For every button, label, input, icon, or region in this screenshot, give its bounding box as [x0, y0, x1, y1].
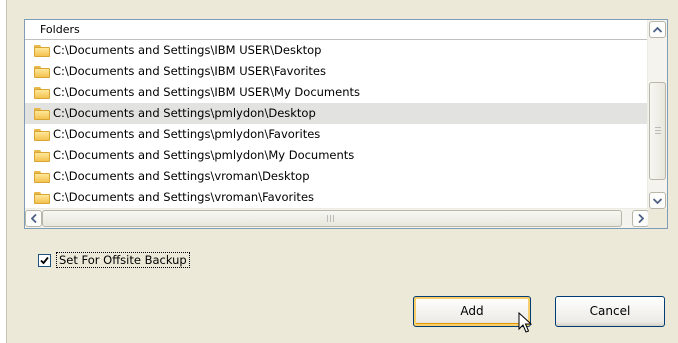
folder-path: C:\Documents and Settings\vroman\Desktop — [53, 169, 310, 183]
folder-path: C:\Documents and Settings\IBM USER\My Do… — [53, 85, 360, 99]
folder-path: C:\Documents and Settings\pmlydon\My Doc… — [53, 148, 355, 162]
folder-row[interactable]: C:\Documents and Settings\IBM USER\Deskt… — [25, 40, 649, 61]
folder-icon — [34, 107, 50, 120]
folder-row[interactable]: C:\Documents and Settings\pmlydon\Deskto… — [25, 103, 649, 124]
folder-path: C:\Documents and Settings\IBM USER\Favor… — [53, 64, 326, 78]
folder-path: C:\Documents and Settings\IBM USER\Deskt… — [53, 43, 322, 57]
folder-row[interactable]: C:\Documents and Settings\IBM USER\Favor… — [25, 61, 649, 82]
folder-path: C:\Documents and Settings\vroman\Favorit… — [53, 190, 315, 204]
folder-icon — [34, 86, 50, 99]
offsite-backup-option[interactable]: Set For Offsite Backup — [38, 252, 190, 268]
folder-row[interactable]: C:\Documents and Settings\IBM USER\My Do… — [25, 82, 649, 103]
folder-icon — [34, 149, 50, 162]
window-left-edge — [0, 0, 7, 343]
scrollbar-corner — [648, 209, 667, 228]
scroll-up-arrow-icon[interactable] — [649, 21, 666, 38]
folder-icon — [34, 170, 50, 183]
mouse-pointer-icon — [518, 312, 532, 333]
vertical-scrollbar[interactable] — [647, 20, 667, 210]
horizontal-scrollbar[interactable] — [25, 208, 649, 228]
folder-row[interactable]: C:\Documents and Settings\pmlydon\My Doc… — [25, 145, 649, 166]
folder-path: C:\Documents and Settings\pmlydon\Deskto… — [53, 106, 316, 120]
folder-row[interactable]: C:\Documents and Settings\pmlydon\Favori… — [25, 124, 649, 145]
folder-path: C:\Documents and Settings\pmlydon\Favori… — [53, 127, 321, 141]
folder-icon — [34, 44, 50, 57]
vertical-scroll-thumb[interactable] — [649, 82, 666, 180]
scroll-down-arrow-icon[interactable] — [649, 192, 666, 209]
add-button[interactable]: Add — [413, 296, 531, 327]
scroll-left-arrow-icon[interactable] — [25, 210, 42, 227]
folder-row[interactable]: C:\Documents and Settings\vroman\Favorit… — [25, 187, 649, 208]
cancel-button[interactable]: Cancel — [555, 296, 665, 327]
folder-icon — [34, 65, 50, 78]
folder-row[interactable]: C:\Documents and Settings\vroman\Desktop — [25, 166, 649, 187]
offsite-backup-checkbox[interactable] — [38, 253, 51, 267]
folders-list-viewport: Folders C:\Documents and Settings\IBM US… — [25, 20, 649, 210]
checkmark-icon — [40, 256, 49, 264]
scroll-right-arrow-icon[interactable] — [632, 210, 649, 227]
horizontal-scroll-thumb[interactable] — [42, 210, 622, 227]
offsite-backup-label: Set For Offsite Backup — [56, 252, 190, 268]
folder-icon — [34, 128, 50, 141]
folders-list[interactable]: Folders C:\Documents and Settings\IBM US… — [24, 19, 668, 229]
folder-icon — [34, 191, 50, 204]
folders-column-header[interactable]: Folders — [25, 20, 649, 40]
